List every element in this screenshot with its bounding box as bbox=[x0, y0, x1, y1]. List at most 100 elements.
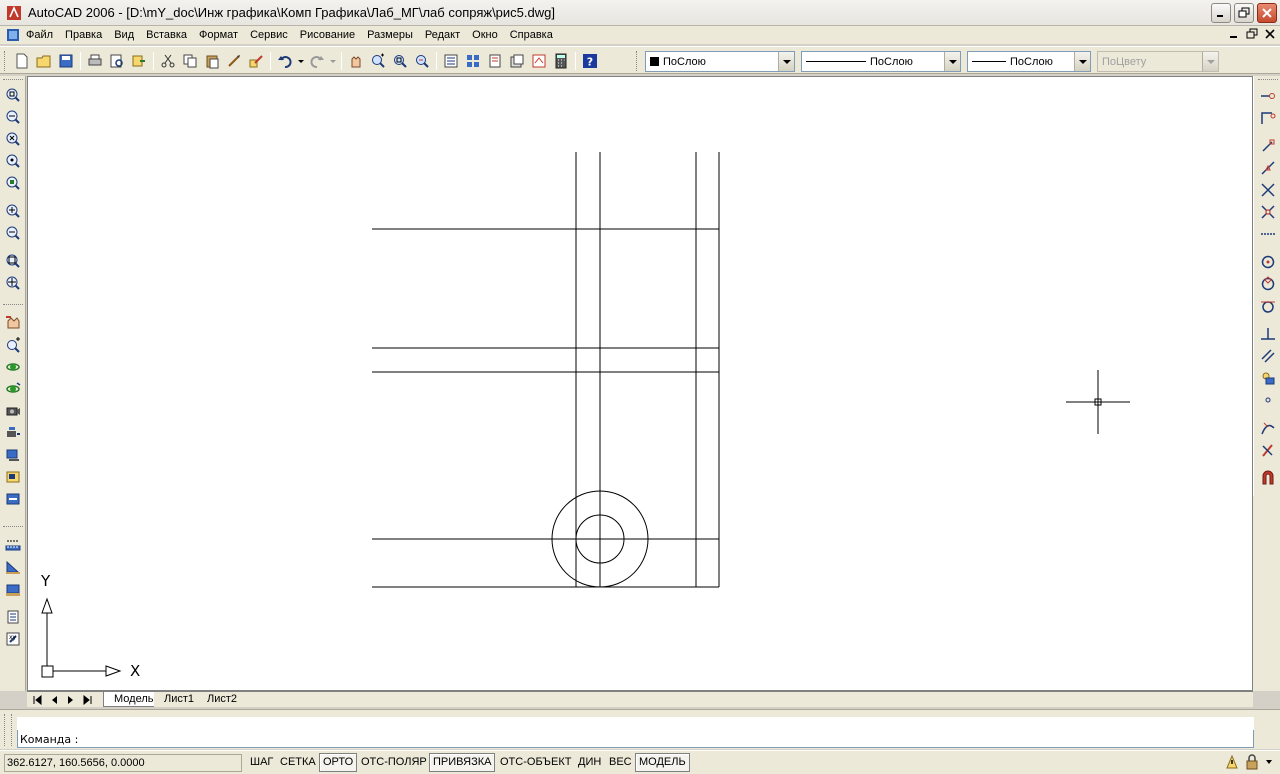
menu-item-4[interactable]: Формат bbox=[193, 28, 244, 42]
zoom-window-tool[interactable] bbox=[3, 85, 23, 105]
plotstyle-control[interactable]: ПоЦвету bbox=[1097, 51, 1219, 72]
new-button[interactable] bbox=[11, 50, 33, 72]
3d-pan-tool[interactable] bbox=[3, 313, 23, 333]
snap-parallel-tool[interactable] bbox=[1258, 346, 1278, 366]
snap-quadrant-tool[interactable] bbox=[1258, 274, 1278, 294]
doc-close-icon[interactable] bbox=[1264, 28, 1276, 40]
lineweight-control[interactable]: ПоСлою bbox=[967, 51, 1091, 72]
plot-button[interactable] bbox=[84, 50, 106, 72]
markup-button[interactable] bbox=[528, 50, 550, 72]
open-button[interactable] bbox=[33, 50, 55, 72]
first-tab-button[interactable] bbox=[29, 693, 45, 707]
save-button[interactable] bbox=[55, 50, 77, 72]
linetype-control[interactable]: ПоСлою bbox=[801, 51, 961, 72]
menu-item-2[interactable]: Вид bbox=[108, 28, 140, 42]
restore-button[interactable] bbox=[1234, 3, 1254, 23]
3d-orbit-tool[interactable] bbox=[3, 357, 23, 377]
otrack-toggle[interactable]: ОТС-ОБЪЕКТ bbox=[496, 753, 575, 772]
snap-endpoint-tool[interactable] bbox=[1258, 136, 1278, 156]
snap-midpoint-tool[interactable] bbox=[1258, 158, 1278, 178]
toolbar-grip[interactable] bbox=[3, 526, 23, 529]
help-button[interactable]: ? bbox=[579, 50, 601, 72]
menu-item-7[interactable]: Размеры bbox=[361, 28, 419, 42]
snap-temporary-track-tool[interactable] bbox=[1258, 86, 1278, 106]
osnap-toggle[interactable]: ПРИВЯЗКА bbox=[429, 753, 496, 772]
doc-minimize-icon[interactable] bbox=[1228, 28, 1240, 40]
match-properties-button[interactable] bbox=[223, 50, 245, 72]
zoom-extents-tool[interactable] bbox=[3, 273, 23, 293]
menu-item-10[interactable]: Справка bbox=[504, 28, 559, 42]
zoom-out-tool[interactable] bbox=[3, 223, 23, 243]
3d-front-clip-tool[interactable] bbox=[3, 467, 23, 487]
snap-intersection-tool[interactable] bbox=[1258, 180, 1278, 200]
toolbar-grip[interactable] bbox=[3, 79, 23, 82]
pan-button[interactable] bbox=[345, 50, 367, 72]
status-menu-icon[interactable] bbox=[1264, 754, 1274, 770]
snap-toggle[interactable]: ШАГ bbox=[246, 753, 277, 772]
calculator-button[interactable] bbox=[550, 50, 572, 72]
osnap-settings-tool[interactable] bbox=[1258, 468, 1278, 488]
mass-properties-tool[interactable] bbox=[3, 579, 23, 599]
cut-button[interactable] bbox=[157, 50, 179, 72]
snap-center-tool[interactable] bbox=[1258, 252, 1278, 272]
snap-insert-tool[interactable] bbox=[1258, 368, 1278, 388]
lineweight-dropdown-button[interactable] bbox=[1074, 52, 1090, 71]
toolbar-lock-icon[interactable] bbox=[1244, 754, 1260, 770]
properties-button[interactable] bbox=[440, 50, 462, 72]
zoom-realtime-button[interactable] bbox=[367, 50, 389, 72]
menu-item-8[interactable]: Редакт bbox=[419, 28, 466, 42]
prev-tab-button[interactable] bbox=[46, 693, 62, 707]
block-editor-button[interactable] bbox=[245, 50, 267, 72]
design-center-button[interactable] bbox=[462, 50, 484, 72]
snap-perpendicular-tool[interactable] bbox=[1258, 324, 1278, 344]
model-toggle[interactable]: МОДЕЛЬ bbox=[635, 753, 690, 772]
properties-toolbar-grip[interactable] bbox=[636, 51, 639, 71]
zoom-scale-tool[interactable] bbox=[3, 129, 23, 149]
zoom-all-tool[interactable] bbox=[3, 251, 23, 271]
3d-swivel-tool[interactable] bbox=[3, 401, 23, 421]
linetype-dropdown-button[interactable] bbox=[944, 52, 960, 71]
command-input[interactable]: Команда : bbox=[17, 730, 1254, 748]
copy-button[interactable] bbox=[179, 50, 201, 72]
command-window-grip[interactable] bbox=[4, 714, 12, 746]
3d-distance-tool[interactable] bbox=[3, 423, 23, 443]
menu-item-1[interactable]: Правка bbox=[59, 28, 108, 42]
close-button[interactable] bbox=[1257, 3, 1277, 23]
paste-button[interactable] bbox=[201, 50, 223, 72]
drawing-canvas[interactable]: Y X bbox=[27, 76, 1253, 691]
color-dropdown-button[interactable] bbox=[778, 52, 794, 71]
redo-dropdown[interactable] bbox=[328, 50, 338, 72]
publish-button[interactable] bbox=[128, 50, 150, 72]
tool-palettes-button[interactable] bbox=[484, 50, 506, 72]
menu-item-0[interactable]: Файл bbox=[26, 28, 59, 42]
doc-restore-icon[interactable] bbox=[1246, 28, 1258, 40]
plotstyle-dropdown-button[interactable] bbox=[1202, 52, 1218, 71]
snap-tangent-tool[interactable] bbox=[1258, 296, 1278, 316]
snap-apparent-intersection-tool[interactable] bbox=[1258, 202, 1278, 222]
ortho-toggle[interactable]: ОРТО bbox=[319, 753, 358, 772]
redo-button[interactable] bbox=[306, 50, 328, 72]
menu-item-6[interactable]: Рисование bbox=[294, 28, 361, 42]
zoom-object-tool[interactable] bbox=[3, 173, 23, 193]
3d-zoom-tool[interactable] bbox=[3, 335, 23, 355]
distance-tool[interactable] bbox=[3, 535, 23, 555]
tab-sheet2[interactable]: Лист2 bbox=[197, 692, 248, 707]
communication-center-icon[interactable] bbox=[1224, 754, 1240, 770]
plot-preview-button[interactable] bbox=[106, 50, 128, 72]
dyn-toggle[interactable]: ДИН bbox=[574, 753, 605, 772]
minimize-button[interactable] bbox=[1211, 3, 1231, 23]
3d-continuous-orbit-tool[interactable] bbox=[3, 379, 23, 399]
color-control[interactable]: ПоСлою bbox=[645, 51, 795, 72]
snap-extension-tool[interactable] bbox=[1258, 224, 1278, 244]
list-tool[interactable] bbox=[3, 607, 23, 627]
autocad-app-icon[interactable] bbox=[6, 5, 22, 21]
menu-item-3[interactable]: Вставка bbox=[140, 28, 193, 42]
zoom-center-tool[interactable] bbox=[3, 151, 23, 171]
snap-from-tool[interactable] bbox=[1258, 108, 1278, 128]
document-icon[interactable] bbox=[6, 28, 20, 42]
toolbar-grip[interactable] bbox=[3, 304, 23, 307]
locate-point-tool[interactable]: xy bbox=[3, 629, 23, 649]
undo-button[interactable] bbox=[274, 50, 296, 72]
3d-back-clip-tool[interactable] bbox=[3, 489, 23, 509]
snap-nearest-tool[interactable] bbox=[1258, 418, 1278, 438]
